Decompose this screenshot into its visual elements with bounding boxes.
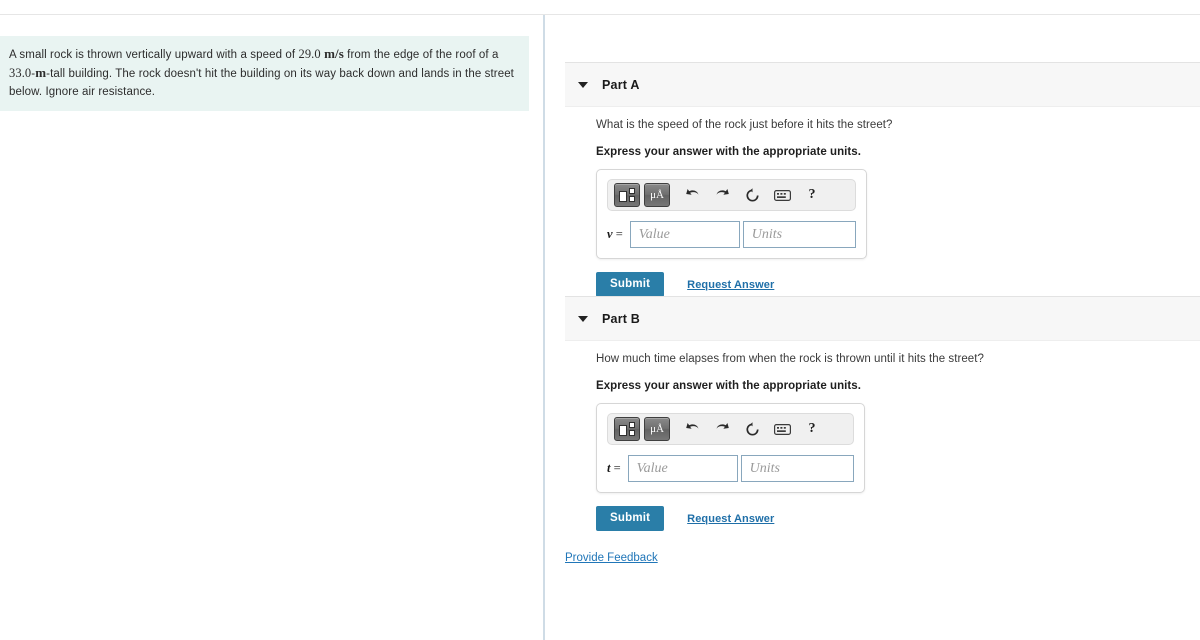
answer-toolbar-a: μÅ ? — [607, 179, 856, 211]
units-input-a[interactable] — [742, 221, 856, 248]
reset-circle-icon[interactable] — [740, 183, 764, 207]
answer-widget-a: μÅ ? v = — [596, 169, 867, 259]
math-template-icon[interactable] — [614, 183, 640, 207]
provide-feedback-link[interactable]: Provide Feedback — [565, 552, 658, 564]
value-input-b[interactable] — [627, 455, 738, 482]
problem-speed-value: 29.0 — [298, 47, 321, 61]
variable-label-a: v = — [607, 227, 623, 241]
value-input-a[interactable] — [629, 221, 740, 248]
problem-speed-unit: m/s — [324, 46, 344, 61]
greek-symbols-icon[interactable]: μÅ — [644, 417, 670, 441]
undo-arrow-icon[interactable] — [680, 183, 704, 207]
part-title-b: Part B — [602, 311, 641, 326]
math-template-icon[interactable] — [614, 417, 640, 441]
answer-input-row-b: t = — [607, 455, 854, 482]
problem-height-unit: m — [35, 65, 47, 80]
submit-button-a[interactable]: Submit — [596, 272, 665, 297]
part-instruction-a: Express your answer with the appropriate… — [596, 146, 861, 158]
problem-text-tail: building. The rock doesn't hit the build… — [9, 68, 514, 98]
keyboard-icon[interactable] — [770, 417, 794, 441]
part-instruction-b: Express your answer with the appropriate… — [596, 380, 861, 392]
greek-symbols-label: μÅ — [650, 422, 664, 435]
part-header-a[interactable]: Part A — [565, 62, 1200, 107]
answer-widget-b: μÅ ? t = — [596, 403, 865, 493]
help-question-icon[interactable]: ? — [800, 417, 824, 441]
greek-symbols-icon[interactable]: μÅ — [644, 183, 670, 207]
units-input-b[interactable] — [740, 455, 854, 482]
help-question-icon[interactable]: ? — [800, 183, 824, 207]
part-body-a: What is the speed of the rock just befor… — [596, 117, 1196, 297]
part-header-b[interactable]: Part B — [565, 296, 1200, 341]
request-answer-link-a[interactable]: Request Answer — [687, 279, 774, 291]
answer-toolbar-b: μÅ ? — [607, 413, 854, 445]
redo-arrow-icon[interactable] — [710, 417, 734, 441]
submit-row-a: Submit Request Answer — [596, 272, 1196, 297]
request-answer-link-b[interactable]: Request Answer — [687, 513, 774, 525]
part-title-a: Part A — [602, 77, 640, 92]
problem-statement-pane: A small rock is thrown vertically upward… — [0, 15, 543, 640]
problem-text-middle: from the edge of the roof of a — [343, 49, 499, 61]
redo-arrow-icon[interactable] — [710, 183, 734, 207]
help-label: ? — [808, 421, 816, 436]
help-label: ? — [808, 187, 816, 202]
variable-label-b: t = — [607, 461, 621, 475]
problem-statement-box: A small rock is thrown vertically upward… — [0, 36, 529, 111]
answer-input-row-a: v = — [607, 221, 856, 248]
part-body-b: How much time elapses from when the rock… — [596, 351, 1196, 531]
problem-height-value: 33.0 — [9, 66, 32, 80]
part-question-b: How much time elapses from when the rock… — [596, 353, 984, 365]
parts-pane: Part A What is the speed of the rock jus… — [545, 15, 1200, 640]
undo-arrow-icon[interactable] — [680, 417, 704, 441]
problem-text-intro: A small rock is thrown vertically upward… — [9, 49, 299, 61]
problem-statement-text: A small rock is thrown vertically upward… — [9, 46, 514, 98]
keyboard-icon[interactable] — [770, 183, 794, 207]
problem-page: A small rock is thrown vertically upward… — [0, 0, 1200, 640]
greek-symbols-label: μÅ — [650, 188, 664, 201]
problem-height-suffix: -tall — [46, 68, 66, 80]
submit-row-b: Submit Request Answer — [596, 506, 1196, 531]
part-question-a: What is the speed of the rock just befor… — [596, 119, 893, 131]
chevron-down-icon[interactable] — [578, 81, 588, 88]
chevron-down-icon[interactable] — [578, 315, 588, 322]
submit-button-b[interactable]: Submit — [596, 506, 665, 531]
reset-circle-icon[interactable] — [740, 417, 764, 441]
